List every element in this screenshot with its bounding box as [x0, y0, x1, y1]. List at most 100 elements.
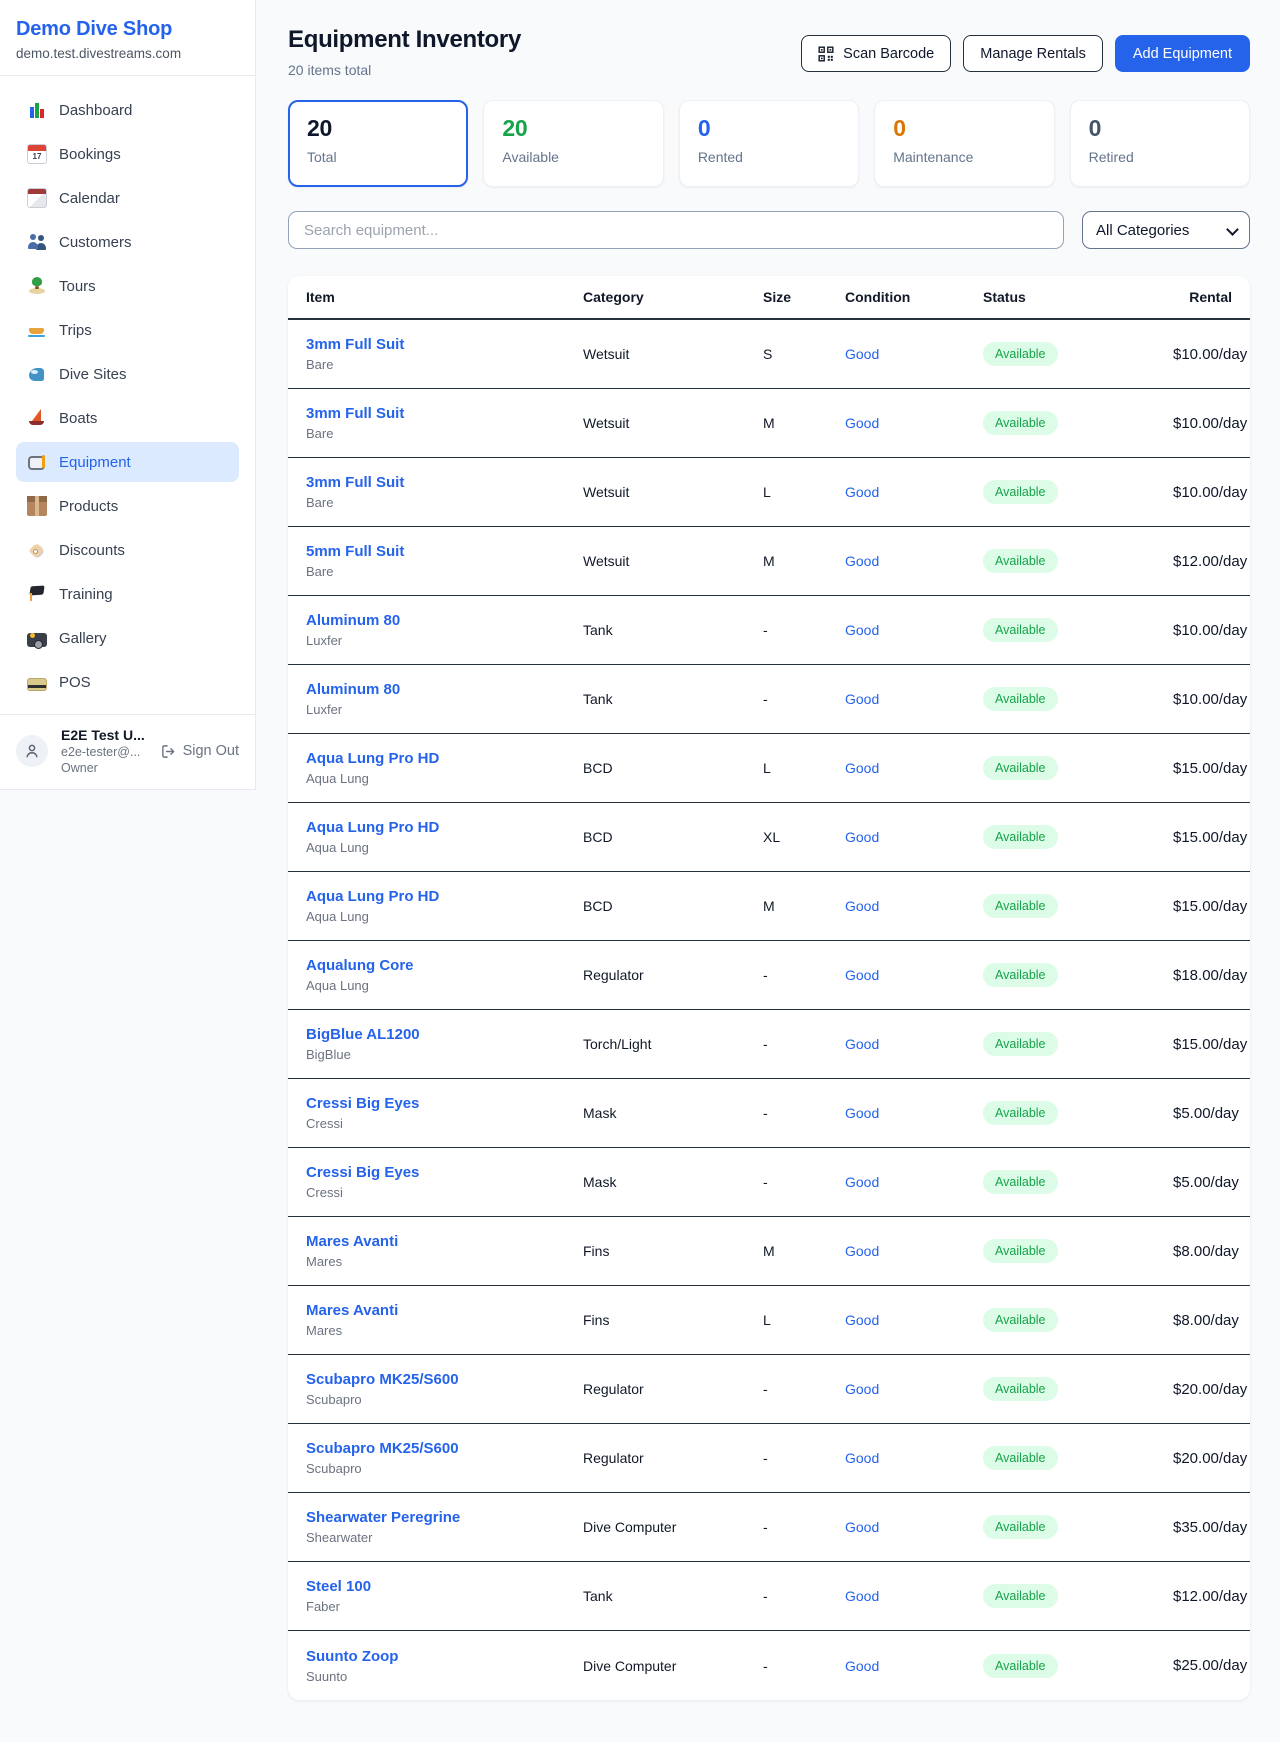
item-name-link[interactable]: Aqua Lung Pro HD	[306, 819, 583, 836]
item-name-link[interactable]: Cressi Big Eyes	[306, 1164, 583, 1181]
scan-barcode-button[interactable]: Scan Barcode	[801, 35, 951, 72]
condition-link[interactable]: Good	[845, 1658, 983, 1674]
app-layout: Demo Dive Shop demo.test.divestreams.com…	[0, 0, 1280, 1730]
sidebar-item-boats[interactable]: Boats	[16, 398, 239, 438]
sidebar-item-label: Dashboard	[59, 102, 132, 119]
size-cell: -	[763, 1588, 845, 1604]
item-name-link[interactable]: Shearwater Peregrine	[306, 1509, 583, 1526]
sidebar-item-tours[interactable]: Tours	[16, 266, 239, 306]
condition-link[interactable]: Good	[845, 760, 983, 776]
table-row: Aqualung CoreAqua LungRegulator-GoodAvai…	[288, 941, 1250, 1010]
condition-link[interactable]: Good	[845, 1450, 983, 1466]
item-name-link[interactable]: Suunto Zoop	[306, 1648, 583, 1665]
search-input[interactable]	[288, 211, 1064, 249]
item-cell: BigBlue AL1200BigBlue	[306, 1026, 583, 1062]
sidebar-item-training[interactable]: Training	[16, 574, 239, 614]
item-name-link[interactable]: 3mm Full Suit	[306, 405, 583, 422]
sidebar-item-gallery[interactable]: Gallery	[16, 618, 239, 658]
condition-link[interactable]: Good	[845, 346, 983, 362]
stat-card-total[interactable]: 20Total	[288, 100, 468, 187]
sign-out-button[interactable]: Sign Out	[161, 743, 239, 759]
item-name-link[interactable]: 5mm Full Suit	[306, 543, 583, 560]
add-equipment-button[interactable]: Add Equipment	[1115, 35, 1250, 72]
item-name-link[interactable]: BigBlue AL1200	[306, 1026, 583, 1043]
sidebar-item-products[interactable]: Products	[16, 486, 239, 526]
table-body: 3mm Full SuitBareWetsuitSGoodAvailable$1…	[288, 320, 1250, 1700]
item-name-link[interactable]: Mares Avanti	[306, 1233, 583, 1250]
table-row: Mares AvantiMaresFinsLGoodAvailable$8.00…	[288, 1286, 1250, 1355]
condition-link[interactable]: Good	[845, 1036, 983, 1052]
item-brand: Faber	[306, 1599, 583, 1614]
item-name-link[interactable]: Aluminum 80	[306, 612, 583, 629]
category-select-wrap: All Categories	[1082, 211, 1250, 249]
stat-card-maintenance[interactable]: 0Maintenance	[874, 100, 1054, 187]
condition-link[interactable]: Good	[845, 898, 983, 914]
size-cell: L	[763, 760, 845, 776]
item-name-link[interactable]: Aqua Lung Pro HD	[306, 888, 583, 905]
sidebar-item-pos[interactable]: POS	[16, 662, 239, 702]
item-name-link[interactable]: Aqualung Core	[306, 957, 583, 974]
condition-link[interactable]: Good	[845, 622, 983, 638]
item-name-link[interactable]: Cressi Big Eyes	[306, 1095, 583, 1112]
category-cell: Regulator	[583, 967, 763, 983]
condition-link[interactable]: Good	[845, 1588, 983, 1604]
item-name-link[interactable]: Aqua Lung Pro HD	[306, 750, 583, 767]
item-name-link[interactable]: Scubapro MK25/S600	[306, 1371, 583, 1388]
stat-card-available[interactable]: 20Available	[483, 100, 663, 187]
condition-link[interactable]: Good	[845, 691, 983, 707]
add-equipment-label: Add Equipment	[1133, 46, 1232, 62]
item-name-link[interactable]: Steel 100	[306, 1578, 583, 1595]
condition-link[interactable]: Good	[845, 484, 983, 500]
condition-link[interactable]: Good	[845, 415, 983, 431]
condition-link[interactable]: Good	[845, 1381, 983, 1397]
sidebar-item-discounts[interactable]: Discounts	[16, 530, 239, 570]
sidebar-item-bookings[interactable]: Bookings	[16, 134, 239, 174]
gallery-icon	[27, 633, 47, 647]
item-name-link[interactable]: Mares Avanti	[306, 1302, 583, 1319]
condition-link[interactable]: Good	[845, 1174, 983, 1190]
condition-link[interactable]: Good	[845, 967, 983, 983]
condition-link[interactable]: Good	[845, 553, 983, 569]
category-select[interactable]: All Categories	[1082, 211, 1250, 249]
size-cell: M	[763, 898, 845, 914]
condition-link[interactable]: Good	[845, 1105, 983, 1121]
sidebar-item-dashboard[interactable]: Dashboard	[16, 90, 239, 130]
table-row: 3mm Full SuitBareWetsuitMGoodAvailable$1…	[288, 389, 1250, 458]
item-name-link[interactable]: Aluminum 80	[306, 681, 583, 698]
category-cell: Wetsuit	[583, 415, 763, 431]
size-cell: XL	[763, 829, 845, 845]
equipment-table: ItemCategorySizeConditionStatusRental 3m…	[288, 276, 1250, 1700]
sidebar-item-equipment[interactable]: Equipment	[16, 442, 239, 482]
boats-icon	[27, 408, 47, 428]
rental-price: $18.00/day	[1173, 967, 1247, 984]
manage-rentals-button[interactable]: Manage Rentals	[963, 35, 1103, 72]
condition-link[interactable]: Good	[845, 1312, 983, 1328]
condition-link[interactable]: Good	[845, 1519, 983, 1535]
status-badge: Available	[983, 618, 1058, 642]
sidebar-item-trips[interactable]: Trips	[16, 310, 239, 350]
brand-block: Demo Dive Shop demo.test.divestreams.com	[0, 0, 255, 76]
item-cell: Aluminum 80Luxfer	[306, 612, 583, 648]
sidebar-item-customers[interactable]: Customers	[16, 222, 239, 262]
condition-link[interactable]: Good	[845, 1243, 983, 1259]
item-name-link[interactable]: 3mm Full Suit	[306, 474, 583, 491]
item-name-link[interactable]: Scubapro MK25/S600	[306, 1440, 583, 1457]
status-badge: Available	[983, 1377, 1058, 1401]
table-row: BigBlue AL1200BigBlueTorch/Light-GoodAva…	[288, 1010, 1250, 1079]
status-cell: Available	[983, 825, 1173, 849]
stat-card-rented[interactable]: 0Rented	[679, 100, 859, 187]
table-row: Suunto ZoopSuuntoDive Computer-GoodAvail…	[288, 1631, 1250, 1700]
category-cell: Dive Computer	[583, 1519, 763, 1535]
item-cell: Aqua Lung Pro HDAqua Lung	[306, 750, 583, 786]
stat-value: 0	[1089, 115, 1231, 142]
item-name-link[interactable]: 3mm Full Suit	[306, 336, 583, 353]
size-cell: -	[763, 1658, 845, 1674]
sidebar-item-dive-sites[interactable]: Dive Sites	[16, 354, 239, 394]
sidebar-item-label: Training	[59, 586, 113, 603]
item-brand: Cressi	[306, 1185, 583, 1200]
item-cell: Scubapro MK25/S600Scubapro	[306, 1371, 583, 1407]
sidebar-item-calendar[interactable]: Calendar	[16, 178, 239, 218]
stat-card-retired[interactable]: 0Retired	[1070, 100, 1250, 187]
condition-link[interactable]: Good	[845, 829, 983, 845]
rental-price: $10.00/day	[1173, 415, 1247, 432]
